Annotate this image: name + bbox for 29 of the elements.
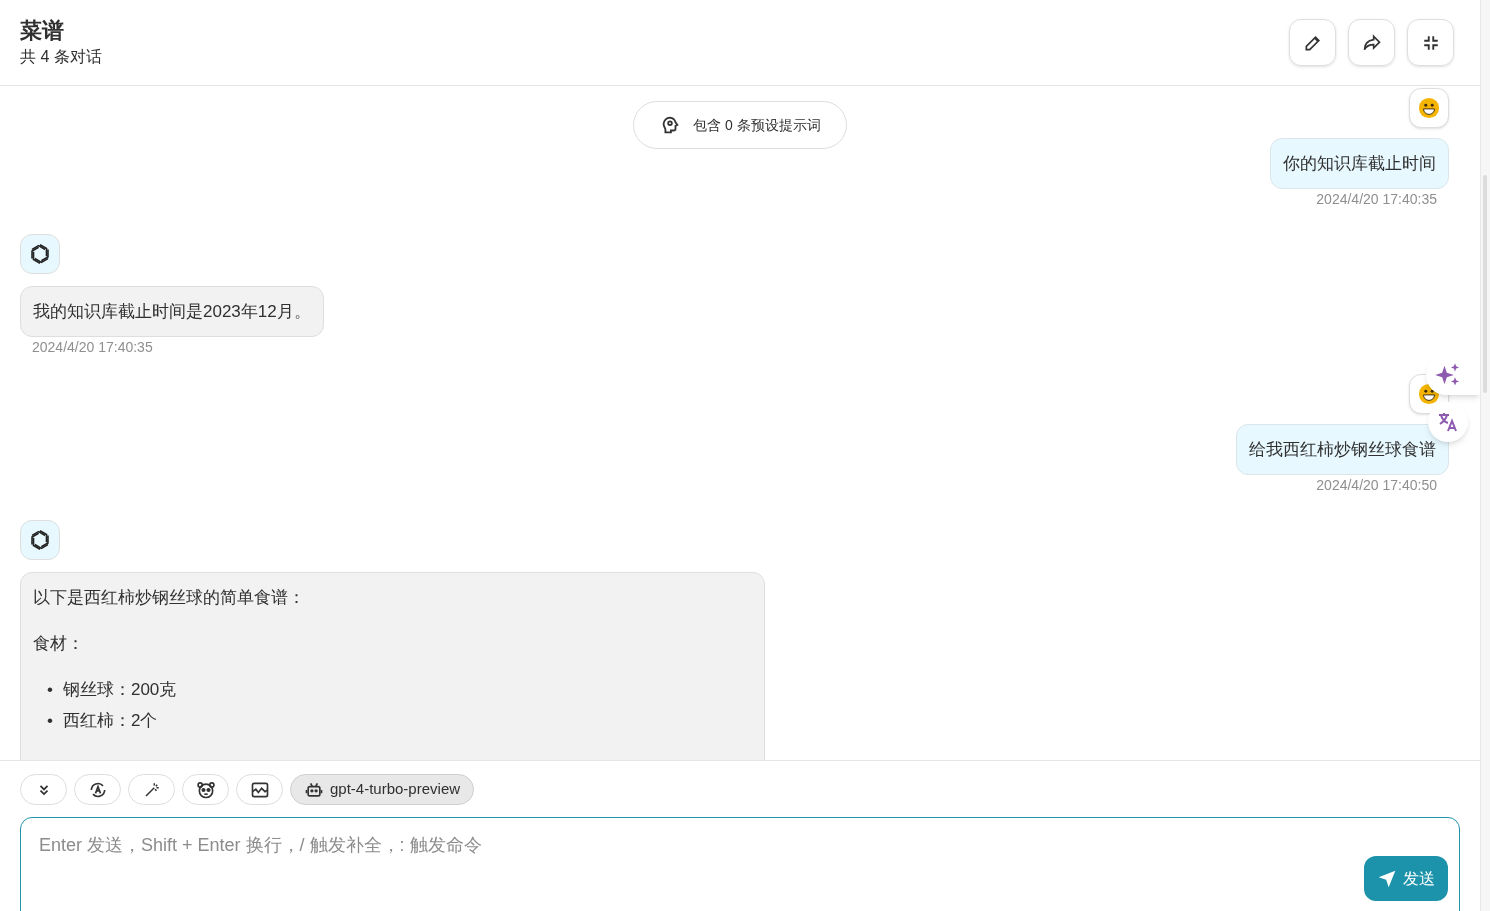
send-icon [1377,868,1397,889]
translate-icon [1436,410,1460,434]
share-icon [1361,32,1382,53]
chat-title: 菜谱 [20,16,65,45]
smiley-icon [1418,97,1440,119]
bullet: • [47,679,53,701]
collapse-icon [1421,33,1440,52]
panda-face-icon [195,779,216,800]
message-paragraph: 以下是西红柿炒钢丝球的简单食谱： [33,587,306,609]
message-time: 2024/4/20 17:40:35 [31,338,154,356]
user-message: 你的知识库截止时间 [1270,138,1449,189]
translate-button[interactable] [1428,402,1468,442]
edit-button[interactable] [1289,19,1336,66]
ingredient-item: 钢丝球：200克 [62,679,177,701]
bullet: • [47,710,53,732]
message-time: 2024/4/20 17:40:35 [1315,190,1438,208]
message-paragraph: 食材： [33,633,85,655]
user-message: 给我西红柿炒钢丝球食谱 [1236,424,1449,475]
ingredient-item: 西红柿：2个 [62,710,158,732]
preset-prompt-badge[interactable]: 包含 0 条预设提示词 [633,101,847,149]
model-selector[interactable]: gpt-4-turbo-preview [290,774,475,805]
share-button[interactable] [1348,19,1395,66]
message-time: 2024/4/20 17:40:50 [1315,476,1438,494]
prompt-action-button[interactable] [1426,355,1480,395]
message-count: 共 4 条对话 [20,46,102,67]
message-input[interactable]: Enter 发送，Shift + Enter 换行，/ 触发补全，: 触发命令 发送 [20,817,1460,911]
send-button[interactable]: 发送 [1364,856,1448,901]
assistant-message: 我的知识库截止时间是2023年12月。 [20,286,324,337]
collapse-button[interactable] [1407,19,1454,66]
